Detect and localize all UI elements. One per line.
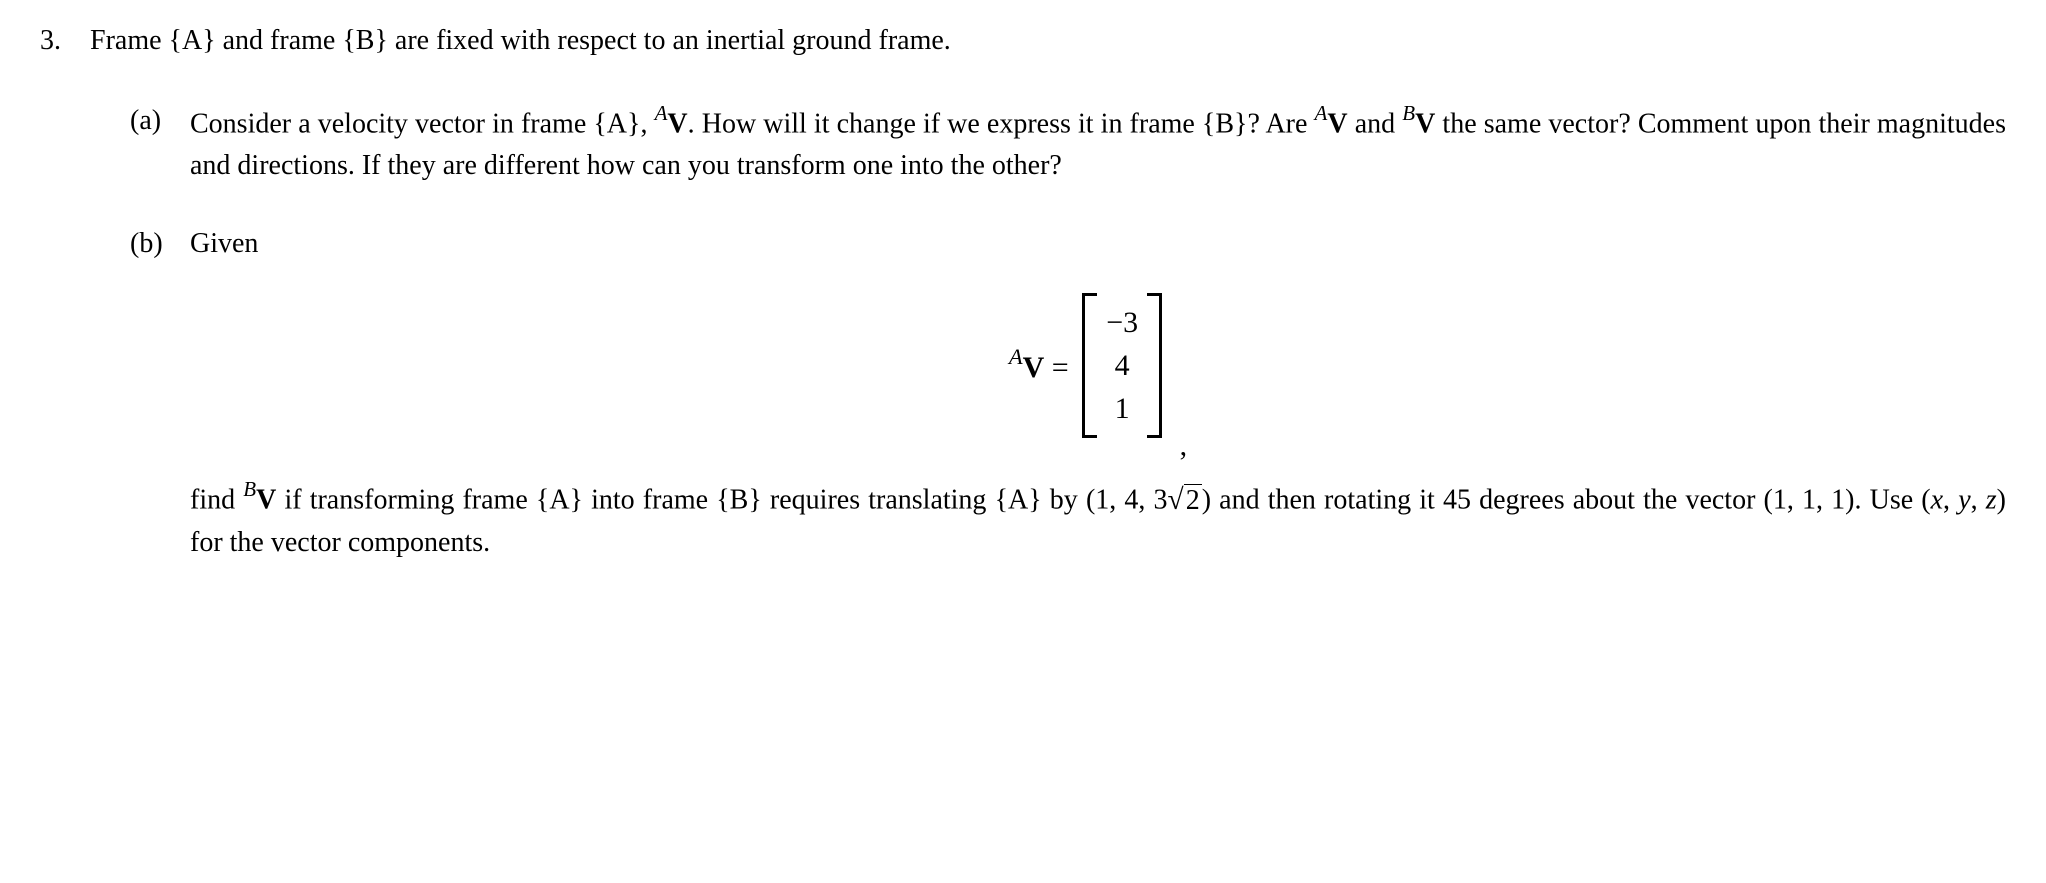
- column-vector: −3 4 1: [1082, 293, 1162, 438]
- superscript-A: A: [655, 101, 668, 125]
- vector-V: V: [1327, 108, 1347, 139]
- subpart-b-label: (b): [130, 223, 190, 265]
- matrix-row-1: −3: [1100, 301, 1144, 344]
- text: ,: [1943, 485, 1958, 516]
- equals-sign: =: [1044, 351, 1068, 384]
- matrix-row-2: 4: [1100, 344, 1144, 387]
- equation-AV: AV = −3 4 1 ,: [190, 293, 2006, 438]
- vector-V: V: [667, 108, 687, 139]
- sqrt-value: 2: [1184, 484, 1202, 516]
- superscript-A: A: [1009, 344, 1023, 369]
- problem-3: 3. Frame {A} and frame {B} are fixed wit…: [40, 20, 2006, 600]
- problem-number: 3.: [40, 20, 90, 62]
- subpart-b-body: find BV if transforming frame {A} into f…: [190, 476, 2006, 563]
- vector-V: V: [256, 485, 276, 516]
- text: . How will it change if we express it in…: [688, 108, 1315, 139]
- matrix-row-3: 1: [1100, 387, 1144, 430]
- subpart-a-content: Consider a velocity vector in frame {A},…: [190, 100, 2006, 187]
- subpart-a-label: (a): [130, 100, 190, 142]
- var-y: y: [1958, 485, 1970, 516]
- subpart-a: (a) Consider a velocity vector in frame …: [130, 100, 2006, 187]
- var-z: z: [1986, 485, 1997, 516]
- subparts: (a) Consider a velocity vector in frame …: [90, 100, 2006, 564]
- text: ) and then rotating it 45 degrees about …: [1202, 485, 1931, 516]
- vector-V: V: [1023, 351, 1045, 384]
- comma: ,: [1180, 423, 1188, 468]
- text: find: [190, 485, 243, 516]
- subpart-b-content: Given AV = −3 4 1 , find BV if t: [190, 223, 2006, 563]
- problem-statement: Frame {A} and frame {B} are fixed with r…: [90, 20, 2006, 62]
- superscript-B: B: [1402, 101, 1415, 125]
- text: and: [1348, 108, 1403, 139]
- superscript-A: A: [1315, 101, 1328, 125]
- superscript-B: B: [243, 477, 256, 501]
- text: Consider a velocity vector in frame {A},: [190, 108, 655, 139]
- text: if transforming frame {A} into frame {B}…: [276, 485, 1167, 516]
- vector-V: V: [1415, 108, 1435, 139]
- subpart-b: (b) Given AV = −3 4 1 ,: [130, 223, 2006, 563]
- problem-body: Frame {A} and frame {B} are fixed with r…: [90, 20, 2006, 600]
- text: ,: [1971, 485, 1986, 516]
- var-x: x: [1931, 485, 1943, 516]
- given-text: Given: [190, 223, 2006, 265]
- sqrt-icon: 2: [1168, 478, 1202, 522]
